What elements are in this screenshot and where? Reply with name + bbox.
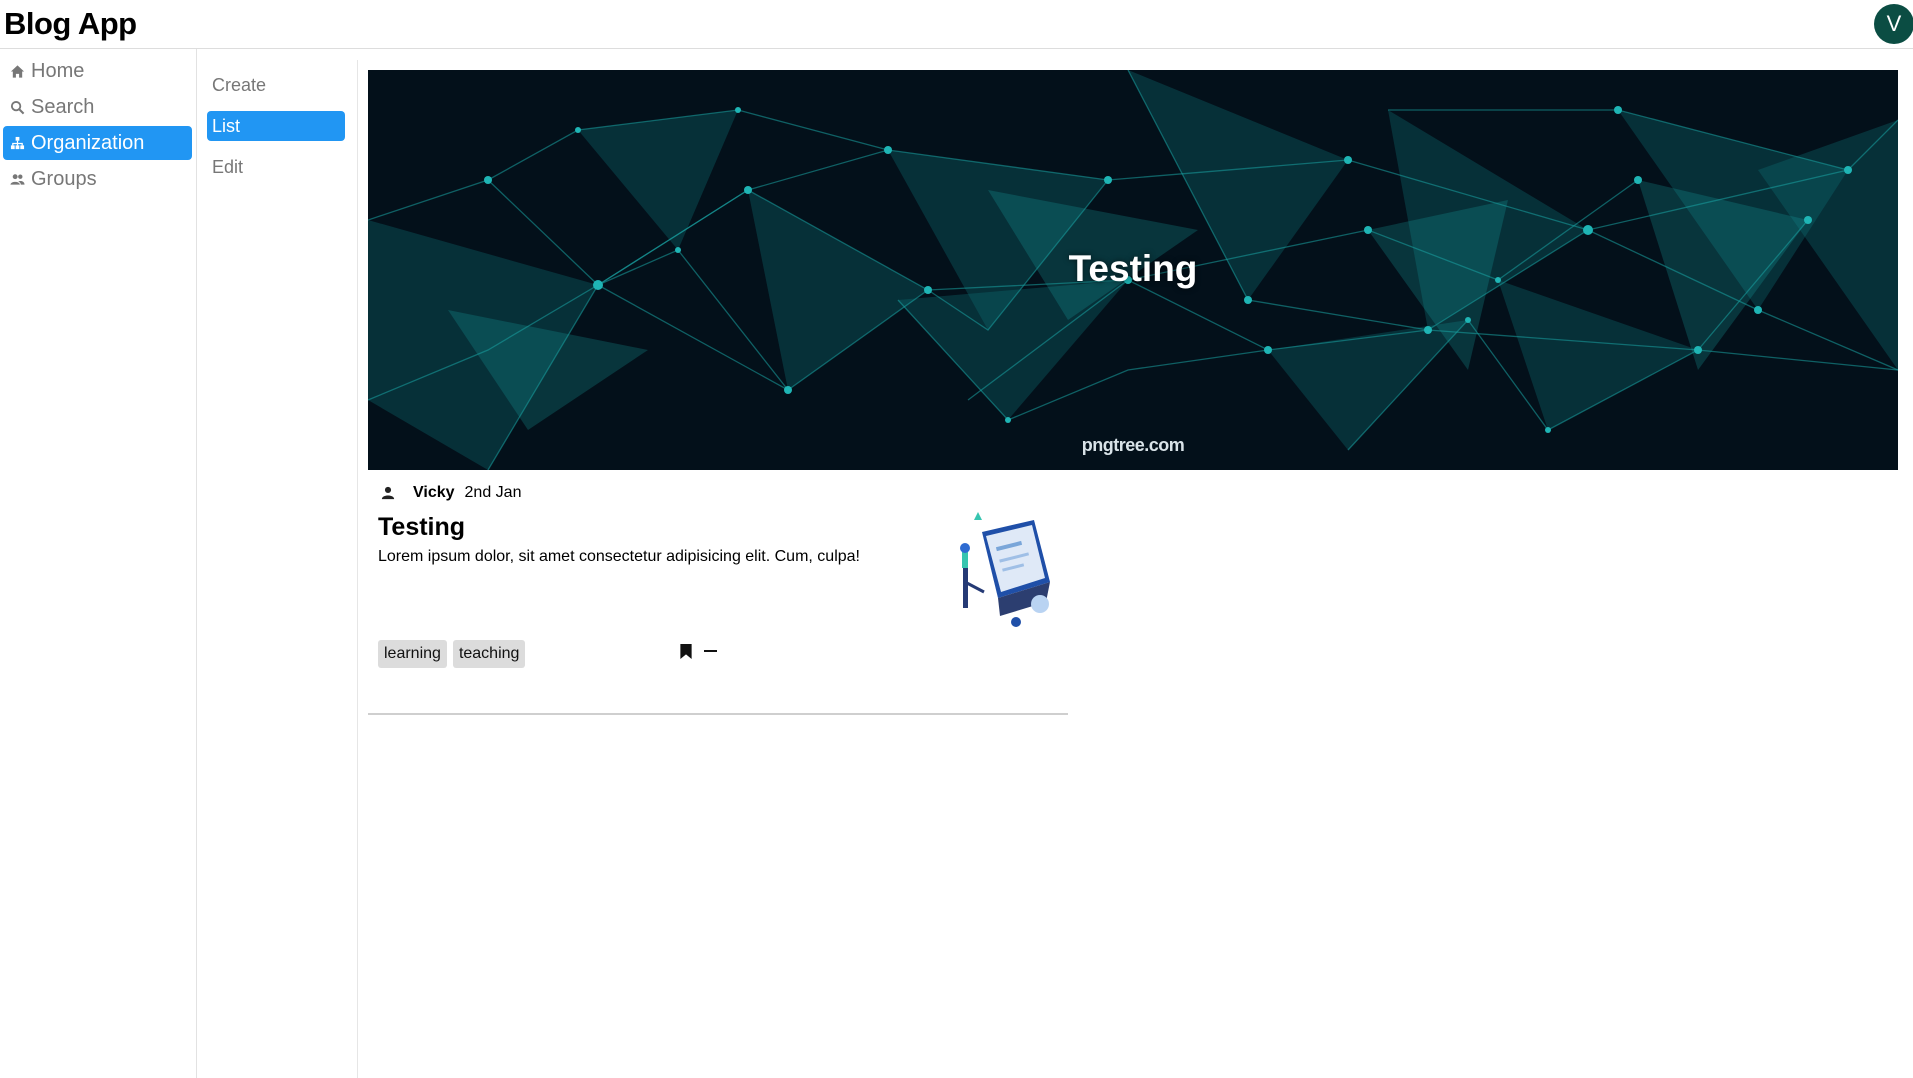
main-sidebar: Home Search Organization Groups xyxy=(0,49,197,1078)
bookmark-icon[interactable] xyxy=(680,642,694,660)
post-meta: Vicky 2nd Jan xyxy=(381,482,521,504)
post-banner-image: Testing pngtree.com xyxy=(368,70,1898,470)
app-title: Blog App xyxy=(4,6,137,41)
subnav-item-edit[interactable]: Edit xyxy=(207,152,345,182)
app-header: Blog App V xyxy=(0,0,1913,49)
banner-watermark: pngtree.com xyxy=(1081,435,1185,455)
post-excerpt: Lorem ipsum dolor, sit amet consectetur … xyxy=(378,548,860,565)
sidebar-item-home[interactable]: Home xyxy=(3,54,192,88)
subnav-item-create[interactable]: Create xyxy=(207,70,345,100)
subnav-item-list[interactable]: List xyxy=(207,111,345,141)
sidebar-item-organization[interactable]: Organization xyxy=(3,126,192,160)
sidebar-item-label: Groups xyxy=(31,167,97,190)
sitemap-icon xyxy=(8,134,26,152)
post-title[interactable]: Testing xyxy=(378,513,465,542)
sub-sidebar: Create List Edit xyxy=(197,60,358,1078)
tag-chip[interactable]: learning xyxy=(378,640,447,668)
user-icon xyxy=(381,484,399,502)
home-icon xyxy=(8,62,26,80)
post-author[interactable]: Vicky xyxy=(413,484,455,502)
tag-chip[interactable]: teaching xyxy=(452,640,526,668)
post-tags: learning teaching xyxy=(378,640,531,668)
banner-title: Testing xyxy=(1068,248,1198,289)
sidebar-item-label: Home xyxy=(31,59,85,82)
post-actions xyxy=(680,642,718,660)
sidebar-item-search[interactable]: Search xyxy=(3,90,192,124)
post-thumbnail-illustration[interactable] xyxy=(954,512,1056,632)
post-card[interactable]: Vicky 2nd Jan Testing Lorem ipsum dolor,… xyxy=(368,470,1068,715)
sidebar-item-label: Search xyxy=(31,95,95,118)
search-icon xyxy=(8,98,26,116)
avatar[interactable]: V xyxy=(1874,4,1913,44)
sidebar-item-label: Organization xyxy=(31,131,145,154)
sidebar-item-groups[interactable]: Groups xyxy=(3,162,192,196)
users-icon xyxy=(8,170,26,188)
minus-icon[interactable] xyxy=(704,642,718,660)
post-date: 2nd Jan xyxy=(464,484,522,501)
